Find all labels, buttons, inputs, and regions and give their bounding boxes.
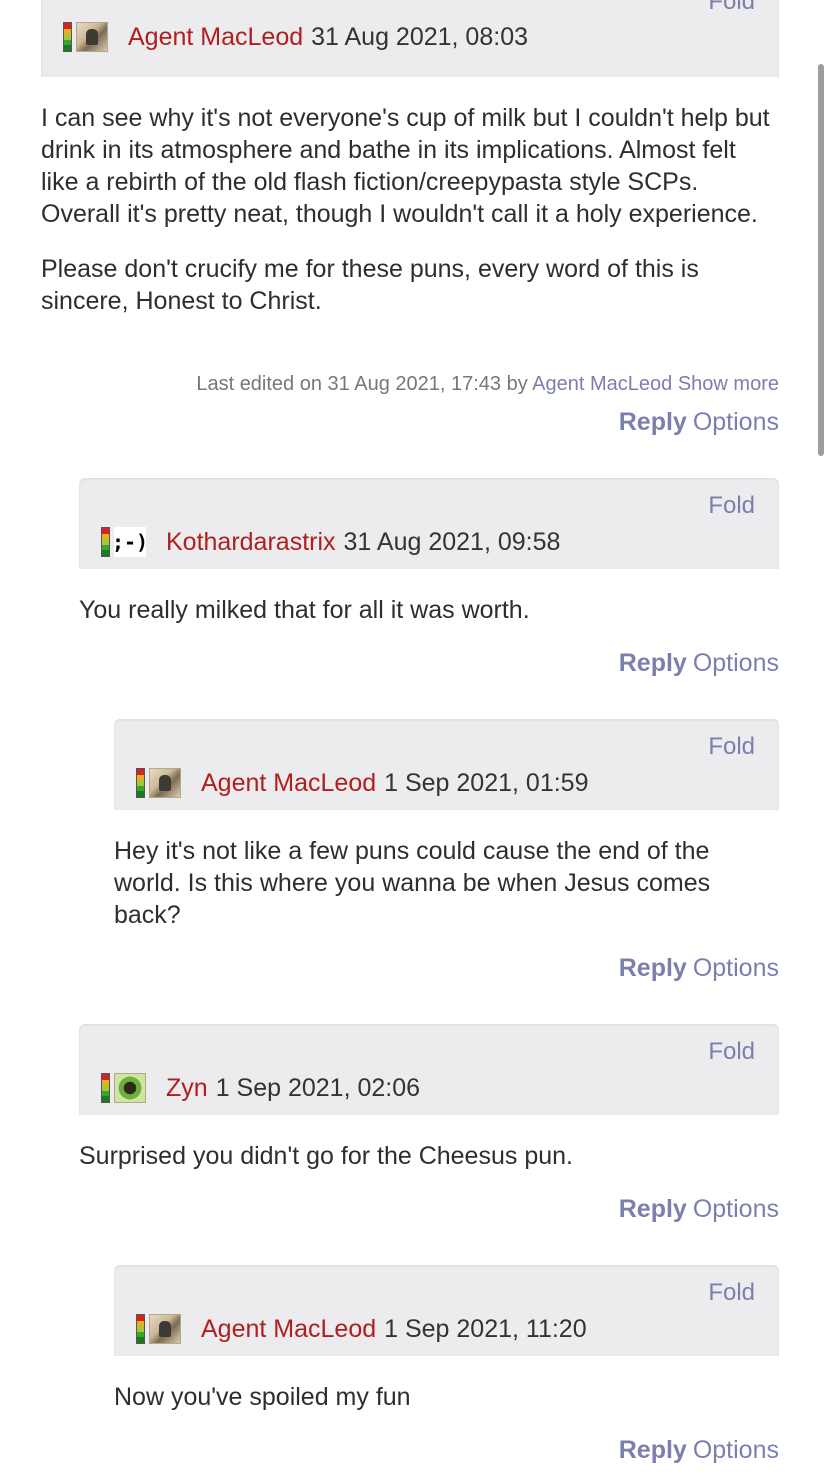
comment-body: Surprised you didn't go for the Cheesus …: [79, 1140, 779, 1172]
author-link[interactable]: Agent MacLeod: [128, 23, 303, 52]
comment-date: 31 Aug 2021, 09:58: [343, 527, 561, 556]
comment-date: 1 Sep 2021, 02:06: [215, 1073, 421, 1102]
comment-header: Fold Agent MacLeod 1 Sep 2021, 01:59: [114, 719, 779, 810]
options-link[interactable]: Options: [693, 408, 779, 436]
comment-paragraph: Please don't crucify me for these puns, …: [41, 255, 699, 315]
comment-paragraph: You really milked that for all it was wo…: [79, 596, 530, 624]
comment: Fold Agent MacLeod 31 Aug 2021, 08:03: [41, 0, 779, 77]
comment-actions: Reply Options: [619, 649, 779, 678]
comment: Fold ;-) Kothardarastrix 31 Aug 2021, 09…: [79, 478, 779, 569]
comment-body: Now you've spoiled my fun: [114, 1381, 779, 1413]
options-link[interactable]: Options: [693, 954, 779, 982]
fold-link[interactable]: Fold: [708, 0, 755, 16]
karma-meter-icon: [136, 1314, 145, 1344]
comment-header: Fold Agent MacLeod 1 Sep 2021, 11:20: [114, 1265, 779, 1356]
comment-date: 1 Sep 2021, 11:20: [384, 1314, 587, 1343]
comment-actions: Reply Options: [619, 408, 779, 437]
reply-link[interactable]: Reply: [619, 408, 687, 436]
karma-meter-icon: [101, 1073, 110, 1103]
comment-actions: Reply Options: [619, 954, 779, 983]
author-link[interactable]: Zyn: [166, 1074, 208, 1103]
comment-date: 1 Sep 2021, 01:59: [384, 768, 589, 797]
fold-link[interactable]: Fold: [708, 733, 755, 761]
author-line: Agent MacLeod 1 Sep 2021, 01:59: [136, 766, 588, 800]
macleod-avatar-icon[interactable]: [149, 1314, 181, 1344]
edit-info: Last edited on 31 Aug 2021, 17:43 by Age…: [196, 373, 779, 396]
kothardarastrix-avatar-icon[interactable]: ;-): [114, 527, 146, 557]
author-line: Agent MacLeod 1 Sep 2021, 11:20: [136, 1312, 587, 1346]
comment: Fold Zyn 1 Sep 2021, 02:06: [79, 1024, 779, 1115]
options-link[interactable]: Options: [693, 649, 779, 677]
options-link[interactable]: Options: [693, 1195, 779, 1223]
comment-body: You really milked that for all it was wo…: [79, 594, 779, 626]
reply-link[interactable]: Reply: [619, 1436, 687, 1464]
comment-body: Hey it's not like a few puns could cause…: [114, 835, 779, 931]
scrollbar[interactable]: [818, 64, 824, 456]
comment-paragraph: I can see why it's not everyone's cup of…: [41, 104, 770, 228]
reply-link[interactable]: Reply: [619, 1195, 687, 1223]
reply-link[interactable]: Reply: [619, 954, 687, 982]
karma-meter-icon: [63, 22, 72, 52]
author-link[interactable]: Agent MacLeod: [201, 769, 376, 798]
edited-by-link[interactable]: Agent MacLeod: [532, 373, 672, 395]
comment-actions: Reply Options: [619, 1436, 779, 1465]
zyn-avatar-icon[interactable]: [114, 1073, 146, 1103]
reply-link[interactable]: Reply: [619, 649, 687, 677]
karma-meter-icon: [136, 768, 145, 798]
macleod-avatar-icon[interactable]: [149, 768, 181, 798]
options-link[interactable]: Options: [693, 1436, 779, 1464]
comment-paragraph: Now you've spoiled my fun: [114, 1383, 411, 1411]
comment-header: Fold Zyn 1 Sep 2021, 02:06: [79, 1024, 779, 1115]
comment-paragraph: Hey it's not like a few puns could cause…: [114, 837, 711, 929]
author-link[interactable]: Agent MacLeod: [201, 1315, 376, 1344]
comment-header: Fold Agent MacLeod 31 Aug 2021, 08:03: [41, 0, 779, 77]
comment-header: Fold ;-) Kothardarastrix 31 Aug 2021, 09…: [79, 478, 779, 569]
comment-actions: Reply Options: [619, 1195, 779, 1224]
author-link[interactable]: Kothardarastrix: [166, 528, 336, 557]
fold-link[interactable]: Fold: [708, 1279, 755, 1307]
show-more-link[interactable]: Show more: [678, 373, 779, 395]
edited-prefix: Last edited on 31 Aug 2021, 17:43 by: [196, 373, 528, 395]
comment-date: 31 Aug 2021, 08:03: [311, 22, 528, 51]
karma-meter-icon: [101, 527, 110, 557]
macleod-avatar-icon[interactable]: [76, 22, 108, 52]
author-line: Zyn 1 Sep 2021, 02:06: [101, 1071, 420, 1105]
fold-link[interactable]: Fold: [708, 1038, 755, 1066]
comment-paragraph: Surprised you didn't go for the Cheesus …: [79, 1142, 573, 1170]
comment: Fold Agent MacLeod 1 Sep 2021, 01:59: [114, 719, 779, 810]
comment: Fold Agent MacLeod 1 Sep 2021, 11:20: [114, 1265, 779, 1356]
fold-link[interactable]: Fold: [708, 492, 755, 520]
author-line: Agent MacLeod 31 Aug 2021, 08:03: [63, 20, 528, 54]
comment-body: I can see why it's not everyone's cup of…: [41, 102, 779, 317]
author-line: ;-) Kothardarastrix 31 Aug 2021, 09:58: [101, 525, 560, 559]
